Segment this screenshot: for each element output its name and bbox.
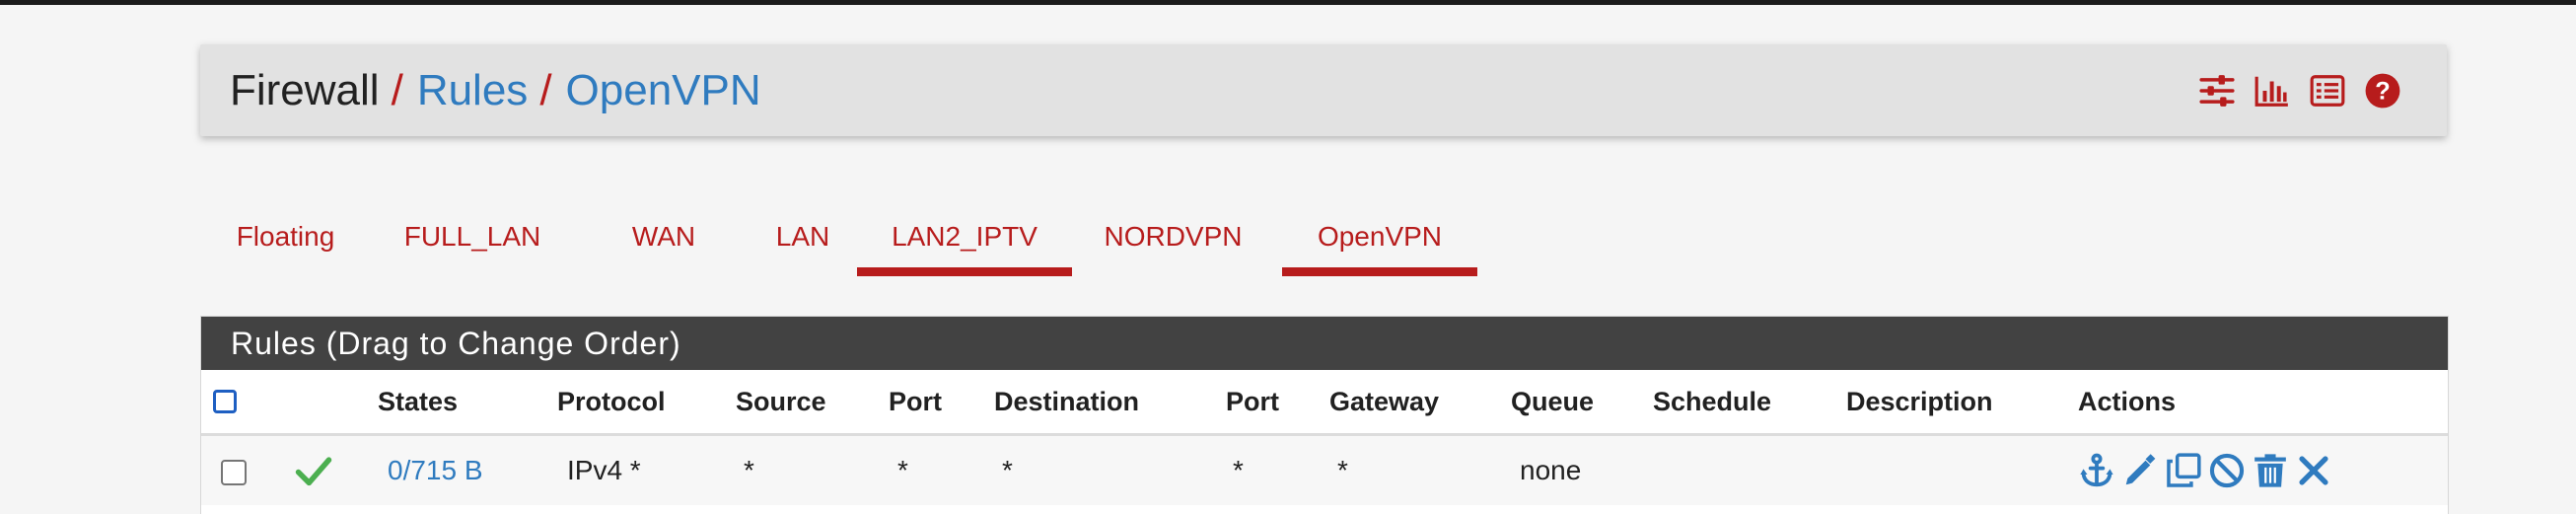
breadcrumb-separator: / <box>539 65 552 114</box>
column-header-source-port[interactable]: Port <box>889 370 942 433</box>
top-border <box>0 0 2576 5</box>
row-actions <box>2077 436 2333 505</box>
sliders-icon[interactable] <box>2198 72 2236 110</box>
header-icon-bar: ? <box>2198 44 2401 136</box>
svg-text:?: ? <box>2375 77 2390 105</box>
page-header: Firewall / Rules / OpenVPN ? <box>200 44 2447 136</box>
panel-title: Rules (Drag to Change Order) <box>201 317 2448 370</box>
protocol-value: IPv4 * <box>567 455 641 485</box>
list-icon[interactable] <box>2309 72 2346 110</box>
queue-value: none <box>1520 455 1582 485</box>
column-header-destination[interactable]: Destination <box>994 370 1139 433</box>
column-header-actions: Actions <box>2078 386 2177 416</box>
anchor-icon[interactable] <box>2077 451 2116 490</box>
trash-icon[interactable] <box>2251 451 2290 490</box>
breadcrumb: Firewall / Rules / OpenVPN <box>230 44 761 136</box>
column-header-schedule[interactable]: Schedule <box>1653 370 1771 433</box>
row-select-checkbox[interactable] <box>221 460 247 485</box>
column-header-description[interactable]: Description <box>1846 370 1993 433</box>
copy-icon[interactable] <box>2164 451 2203 490</box>
pass-check-icon <box>295 436 332 505</box>
destination-value: * <box>1002 455 1013 485</box>
breadcrumb-openvpn-link[interactable]: OpenVPN <box>566 68 761 112</box>
delete-icon[interactable] <box>2294 451 2333 490</box>
tab-nordvpn[interactable]: NORDVPN <box>1087 197 1259 276</box>
help-icon[interactable]: ? <box>2364 72 2401 110</box>
tab-floating[interactable]: Floating <box>200 197 371 276</box>
select-all-checkbox[interactable] <box>213 390 237 413</box>
breadcrumb-separator: / <box>391 65 403 114</box>
tab-full-lan[interactable]: FULL_LAN <box>391 197 554 276</box>
source-value: * <box>744 455 754 485</box>
states-value[interactable]: 0/715 B <box>388 436 483 505</box>
breadcrumb-root: Firewall <box>230 65 380 114</box>
source-port-value: * <box>897 455 908 485</box>
destination-port-value: * <box>1233 455 1244 485</box>
column-header-queue[interactable]: Queue <box>1511 370 1594 433</box>
edit-icon[interactable] <box>2120 451 2160 490</box>
bar-chart-icon[interactable] <box>2254 72 2291 110</box>
tab-wan[interactable]: WAN <box>606 197 722 276</box>
column-header-destination-port[interactable]: Port <box>1226 370 1279 433</box>
table-row[interactable]: 0/715 B IPv4 * * * * * * none <box>201 436 2448 505</box>
tab-openvpn[interactable]: OpenVPN <box>1282 197 1477 276</box>
table-header: States Protocol Source Port Destination … <box>201 370 2448 436</box>
disable-icon[interactable] <box>2207 451 2247 490</box>
column-header-source[interactable]: Source <box>736 370 826 433</box>
rules-panel: Rules (Drag to Change Order) States Prot… <box>200 316 2449 514</box>
column-header-gateway[interactable]: Gateway <box>1329 370 1439 433</box>
column-header-states[interactable]: States <box>378 370 458 433</box>
breadcrumb-rules-link[interactable]: Rules <box>417 68 529 112</box>
tab-lan[interactable]: LAN <box>749 197 857 276</box>
tab-lan2-iptv[interactable]: LAN2_IPTV <box>857 197 1072 276</box>
column-header-protocol[interactable]: Protocol <box>557 370 666 433</box>
gateway-value: * <box>1337 455 1348 485</box>
